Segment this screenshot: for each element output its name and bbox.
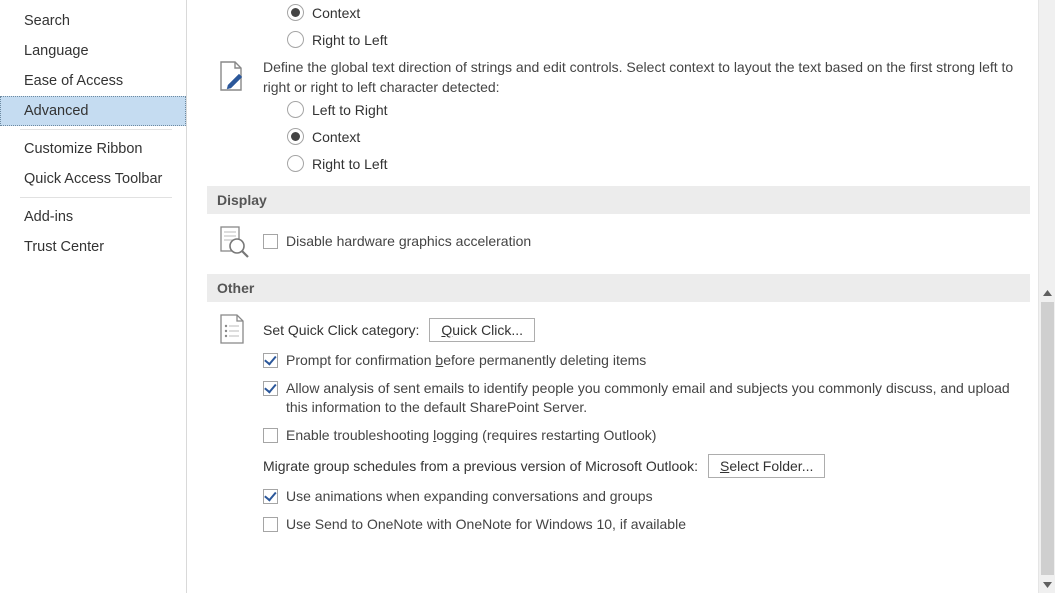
sidebar-item-advanced[interactable]: Advanced — [0, 96, 186, 126]
options-sidebar: Search Language Ease of Access Advanced … — [0, 0, 187, 593]
sidebar-item-label: Advanced — [24, 103, 89, 119]
quick-click-label: Set Quick Click category: — [263, 322, 419, 338]
radio-icon — [287, 31, 304, 48]
sidebar-item-customize-ribbon[interactable]: Customize Ribbon — [0, 134, 186, 164]
sidebar-item-search[interactable]: Search — [0, 6, 186, 36]
radio-label: Context — [312, 5, 360, 21]
scroll-up-arrow-icon[interactable] — [1039, 284, 1055, 301]
checkbox-disable-graphics[interactable]: Disable hardware graphics acceleration — [263, 232, 1030, 251]
checkbox-enable-logging[interactable]: Enable troubleshooting logging (requires… — [263, 426, 1030, 445]
radio-rtl-2[interactable]: Right to Left — [287, 155, 1030, 172]
sidebar-item-label: Search — [24, 13, 70, 29]
global-direction-description: Define the global text direction of stri… — [263, 58, 1030, 97]
sidebar-item-label: Add-ins — [24, 209, 73, 225]
checkbox-icon — [263, 234, 278, 249]
radio-label: Left to Right — [312, 102, 388, 118]
sidebar-item-language[interactable]: Language — [0, 36, 186, 66]
radio-label: Right to Left — [312, 156, 388, 172]
radio-icon — [287, 155, 304, 172]
checkbox-use-animations[interactable]: Use animations when expanding conversati… — [263, 487, 1030, 506]
checkbox-icon — [263, 428, 278, 443]
sidebar-item-trust-center[interactable]: Trust Center — [0, 232, 186, 262]
checkbox-label: Allow analysis of sent emails to identif… — [286, 379, 1030, 417]
checkbox-icon — [263, 381, 278, 396]
radio-context-1[interactable]: Context — [287, 4, 1030, 21]
radio-group-1: Context Right to Left — [287, 4, 1030, 48]
checkbox-label: Use animations when expanding conversati… — [286, 487, 1030, 506]
options-content: Context Right to Left — [187, 0, 1038, 593]
sidebar-item-label: Language — [24, 43, 89, 59]
sidebar-item-label: Quick Access Toolbar — [24, 171, 162, 187]
vertical-scrollbar[interactable] — [1038, 0, 1055, 593]
radio-icon — [287, 4, 304, 21]
sidebar-item-label: Trust Center — [24, 239, 104, 255]
sidebar-separator — [20, 197, 172, 198]
sidebar-item-quick-access-toolbar[interactable]: Quick Access Toolbar — [0, 164, 186, 194]
checkbox-allow-analysis[interactable]: Allow analysis of sent emails to identif… — [263, 379, 1030, 417]
radio-context-2[interactable]: Context — [287, 128, 1030, 145]
quick-click-button[interactable]: Quick Click... — [429, 318, 535, 342]
radio-rtl-1[interactable]: Right to Left — [287, 31, 1030, 48]
scroll-thumb[interactable] — [1041, 302, 1054, 575]
radio-icon — [287, 128, 304, 145]
sidebar-item-label: Ease of Access — [24, 73, 123, 89]
list-document-icon — [217, 312, 263, 346]
sidebar-item-ease-of-access[interactable]: Ease of Access — [0, 66, 186, 96]
radio-ltr-2[interactable]: Left to Right — [287, 101, 1030, 118]
sidebar-separator — [20, 129, 172, 130]
checkbox-label: Enable troubleshooting logging (requires… — [286, 426, 1030, 445]
section-other-header: Other — [207, 274, 1030, 302]
section-display-header: Display — [207, 186, 1030, 214]
checkbox-label: Disable hardware graphics acceleration — [286, 232, 1030, 251]
migrate-label: Migrate group schedules from a previous … — [263, 458, 698, 474]
radio-icon — [287, 101, 304, 118]
checkbox-send-to-onenote[interactable]: Use Send to OneNote with OneNote for Win… — [263, 515, 1030, 534]
scroll-down-arrow-icon[interactable] — [1039, 576, 1055, 593]
sidebar-item-label: Customize Ribbon — [24, 141, 142, 157]
select-folder-button[interactable]: Select Folder... — [708, 454, 825, 478]
checkbox-icon — [263, 517, 278, 532]
checkbox-icon — [263, 353, 278, 368]
document-magnify-icon — [217, 224, 263, 258]
checkbox-prompt-confirm[interactable]: Prompt for confirmation before permanent… — [263, 351, 1030, 370]
radio-group-2: Left to Right Context Right to Left — [287, 101, 1030, 172]
checkbox-label: Use Send to OneNote with OneNote for Win… — [286, 515, 1030, 534]
checkbox-icon — [263, 489, 278, 504]
edit-document-icon — [217, 60, 263, 92]
radio-label: Right to Left — [312, 32, 388, 48]
sidebar-item-add-ins[interactable]: Add-ins — [0, 202, 186, 232]
checkbox-label: Prompt for confirmation before permanent… — [286, 351, 1030, 370]
radio-label: Context — [312, 129, 360, 145]
